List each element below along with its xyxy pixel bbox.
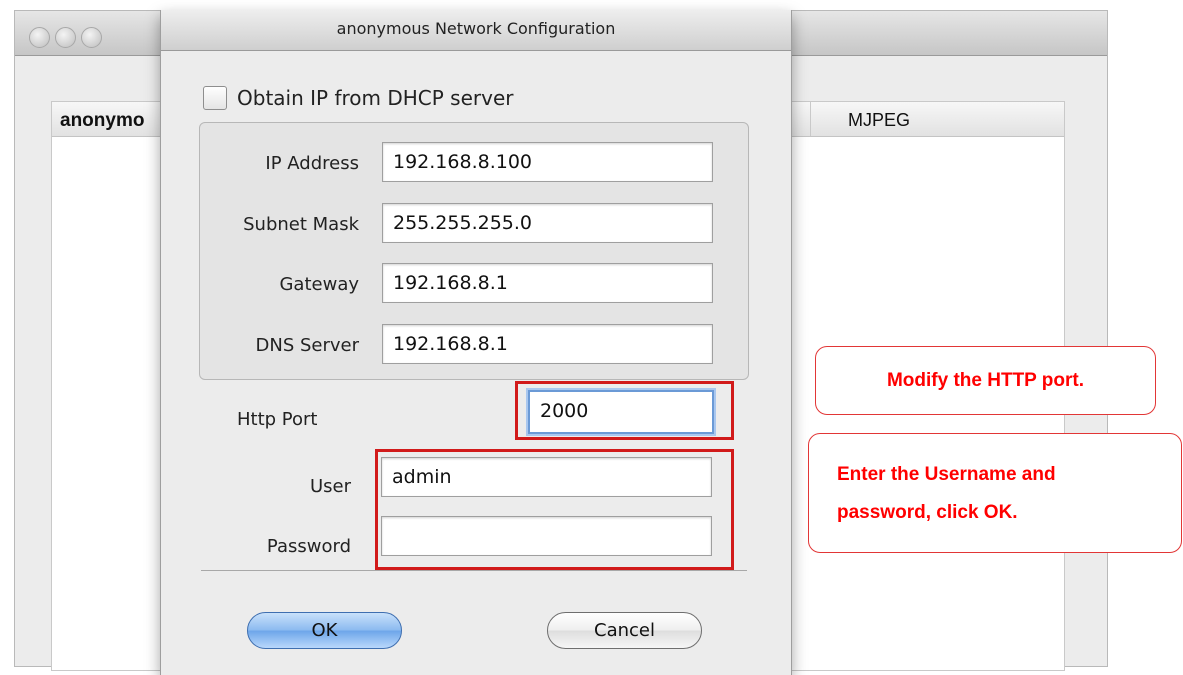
gateway-label: Gateway [279,274,359,295]
subnet-mask-field[interactable]: 255.255.255.0 [382,203,713,243]
dhcp-checkbox-row[interactable]: Obtain IP from DHCP server [203,86,513,110]
dhcp-checkbox[interactable] [203,86,227,110]
subnet-mask-label: Subnet Mask [243,214,359,235]
dialog-titlebar[interactable]: anonymous Network Configuration [161,10,791,51]
credentials-highlight [375,449,734,570]
gateway-field[interactable]: 192.168.8.1 [382,263,713,303]
user-label: User [309,476,351,497]
credentials-callout-line1: Enter the Username and [837,464,1056,485]
minimize-window-icon[interactable] [55,27,76,48]
device-name-cell[interactable]: anonymo [60,110,144,132]
http-port-callout-text: Modify the HTTP port. [886,369,1085,391]
ip-address-label: IP Address [265,153,359,174]
dialog-title: anonymous Network Configuration [336,19,616,38]
ip-address-field[interactable]: 192.168.8.100 [382,142,713,182]
http-port-highlight [515,381,734,440]
network-config-dialog: anonymous Network Configuration Obtain I… [160,10,792,675]
dns-server-label: DNS Server [255,335,360,356]
cancel-button[interactable]: Cancel [547,612,702,649]
column-divider [810,102,811,136]
password-label: Password [266,536,351,557]
dns-server-field[interactable]: 192.168.8.1 [382,324,713,364]
credentials-callout: Enter the Username and password, click O… [808,433,1182,553]
credentials-callout-line2: password, click OK. [837,502,1018,523]
format-column-cell[interactable]: MJPEG [848,110,910,131]
http-port-callout: Modify the HTTP port. [815,346,1156,415]
dhcp-checkbox-label[interactable]: Obtain IP from DHCP server [237,86,513,110]
ok-button[interactable]: OK [247,612,402,649]
close-window-icon[interactable] [29,27,50,48]
zoom-window-icon[interactable] [81,27,102,48]
dialog-separator [201,570,747,571]
http-port-label: Http Port [237,409,318,430]
